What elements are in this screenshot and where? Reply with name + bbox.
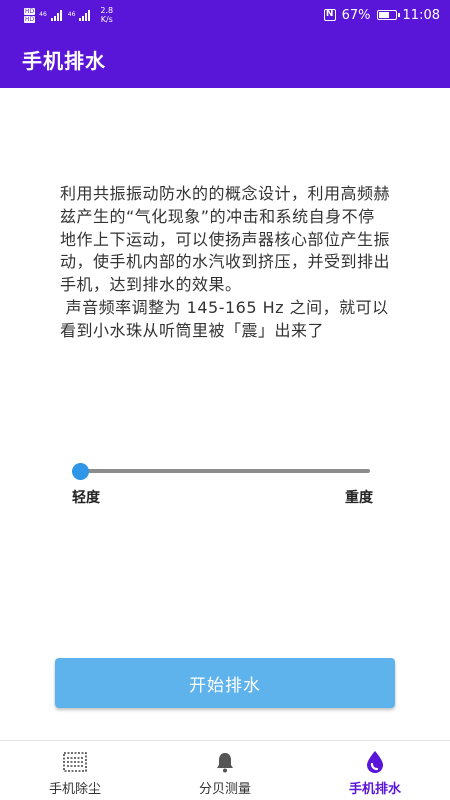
signal-icon-2 <box>79 9 91 21</box>
network-speed: 2.8 K/s <box>100 6 113 24</box>
network-type-right: 46 <box>67 11 76 18</box>
nav-item-drain[interactable]: 手机排水 <box>300 741 450 800</box>
status-bar: HD HD 46 46 2.8 K/s N 67% 11:08 <box>0 0 450 30</box>
speaker-grille-icon <box>63 750 87 774</box>
speed-value: 2.8 <box>100 6 114 15</box>
bottom-nav: 手机除尘 分贝测量 手机排水 <box>0 740 450 800</box>
battery-icon <box>376 10 400 20</box>
intensity-slider[interactable] <box>72 463 370 480</box>
description-text: 利用共振振动防水的的概念设计，利用高频赫兹产生的“气化现象”的冲击和系统自身不停… <box>60 184 391 340</box>
nav-label-dust: 手机除尘 <box>48 782 101 797</box>
status-bar-left: HD HD 46 46 2.8 K/s <box>24 6 113 24</box>
bell-icon <box>213 750 237 774</box>
slider-label-high: 重度 <box>345 490 373 506</box>
speed-unit: K/s <box>100 15 113 24</box>
nav-label-decibel: 分贝测量 <box>198 782 251 797</box>
water-drop-icon <box>363 750 387 774</box>
start-drain-button[interactable]: 开始排水 <box>55 658 395 708</box>
nfc-icon: N <box>323 9 336 21</box>
battery-fill <box>378 12 389 18</box>
network-type-left: 46 <box>39 11 47 18</box>
signal-icon <box>50 9 62 21</box>
nav-item-decibel[interactable]: 分贝测量 <box>150 741 300 800</box>
slider-thumb[interactable] <box>72 463 89 480</box>
clock: 11:08 <box>402 7 440 23</box>
nav-label-drain: 手机排水 <box>348 782 401 797</box>
app-bar: 手机排水 <box>0 30 450 88</box>
slider-track[interactable] <box>72 469 370 473</box>
slider-label-low: 轻度 <box>72 490 100 506</box>
status-bar-right: N 67% 11:08 <box>323 7 440 23</box>
page-title: 手机排水 <box>22 48 106 73</box>
hd-icon: HD HD <box>24 7 36 23</box>
battery-percent: 67% <box>341 7 371 23</box>
nav-item-dust[interactable]: 手机除尘 <box>0 741 150 800</box>
